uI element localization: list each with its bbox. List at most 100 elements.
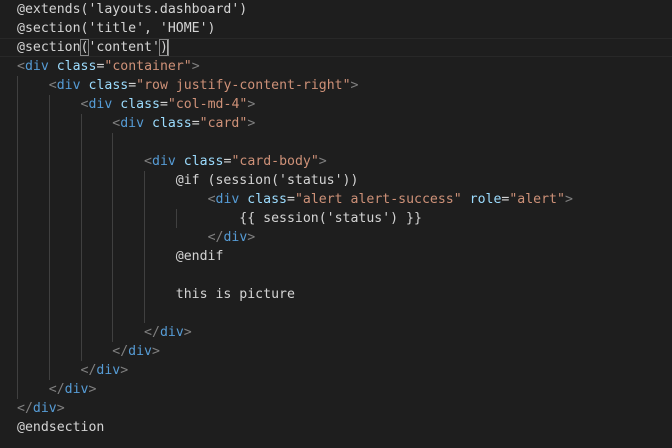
code-token: "card-body" <box>231 154 319 169</box>
code-token: @if (session('status')) <box>17 173 359 188</box>
code-token: div <box>152 154 176 169</box>
code-line[interactable]: </div> <box>0 380 672 399</box>
code-token: > <box>56 401 65 416</box>
code-token: > <box>247 97 256 112</box>
code-token: < <box>207 192 216 207</box>
code-token: > <box>318 154 327 169</box>
code-token: class <box>88 78 129 93</box>
code-token: div <box>56 78 81 93</box>
code-token: @extends('layouts.dashboard') <box>17 2 248 17</box>
code-token: div <box>120 116 145 131</box>
code-token: = <box>191 116 200 131</box>
code-line[interactable]: @endif <box>0 247 672 266</box>
code-line[interactable]: <div class="col-md-4"> <box>0 95 672 114</box>
code-line[interactable]: <div class="alert alert-success" role="a… <box>0 190 672 209</box>
code-token: class <box>56 59 97 74</box>
code-token: "container" <box>104 59 192 74</box>
code-token: "row justify-content-right" <box>136 78 351 93</box>
code-line[interactable]: </div> <box>0 399 672 418</box>
code-line[interactable]: </div> <box>0 342 672 361</box>
code-line[interactable]: </div> <box>0 323 672 342</box>
code-token: > <box>350 78 359 93</box>
code-line[interactable]: @extends('layouts.dashboard') <box>0 0 672 19</box>
code-token: class <box>152 116 192 131</box>
code-token: > <box>120 363 129 378</box>
code-token: "card" <box>199 116 248 131</box>
code-token: role <box>469 192 502 207</box>
code-token: class <box>247 192 287 207</box>
code-token: </ <box>80 363 97 378</box>
code-line[interactable]: @section('content') <box>0 38 672 57</box>
code-token: < <box>144 154 152 169</box>
code-token: > <box>564 192 573 207</box>
code-token: > <box>247 230 256 245</box>
code-token: div <box>128 344 152 359</box>
code-token: > <box>247 116 256 131</box>
code-line[interactable] <box>0 133 672 152</box>
code-line[interactable]: @if (session('status')) <box>0 171 672 190</box>
code-token: @endif <box>17 249 224 264</box>
code-editor[interactable]: @extends('layouts.dashboard') @section('t… <box>0 0 672 448</box>
code-line[interactable]: </div> <box>0 228 672 247</box>
code-token: </ <box>17 401 33 416</box>
code-token: div <box>88 97 113 112</box>
code-token: > <box>183 325 192 340</box>
code-token: </ <box>207 230 224 245</box>
code-line[interactable] <box>0 304 672 323</box>
code-line[interactable]: <div class="card-body"> <box>0 152 672 171</box>
code-line[interactable]: this is picture <box>0 285 672 304</box>
code-token: > <box>88 382 97 397</box>
code-token: div <box>215 192 240 207</box>
code-token: </ <box>144 325 160 340</box>
code-token: > <box>191 59 200 74</box>
code-line[interactable]: @section('title', 'HOME') <box>0 19 672 38</box>
code-line[interactable]: </div> <box>0 361 672 380</box>
code-token: div <box>96 363 121 378</box>
code-token: div <box>223 230 248 245</box>
code-token: "col-md-4" <box>167 97 248 112</box>
code-token: @section('title', 'HOME') <box>17 21 216 36</box>
code-token: 'content' <box>88 40 160 55</box>
code-token: "alert alert-success" <box>294 192 462 207</box>
code-token: < <box>48 78 57 93</box>
code-line[interactable]: @endsection <box>0 418 672 437</box>
code-token: @section <box>17 40 81 55</box>
code-token: this is picture <box>17 287 295 302</box>
code-line[interactable] <box>0 266 672 285</box>
code-token: > <box>152 344 160 359</box>
code-token: div <box>159 325 184 340</box>
code-token: div <box>24 59 49 74</box>
code-line[interactable]: <div class="card"> <box>0 114 672 133</box>
code-token: {{ session('status') }} <box>17 211 422 226</box>
code-line[interactable]: {{ session('status') }} <box>0 209 672 228</box>
code-token: @endsection <box>17 420 105 435</box>
code-token: "alert" <box>509 192 565 207</box>
code-token: = <box>287 192 295 207</box>
code-token: class <box>183 154 224 169</box>
code-token: div <box>32 401 57 416</box>
code-token: </ <box>48 382 65 397</box>
code-line[interactable]: <div class="row justify-content-right"> <box>0 76 672 95</box>
code-token: = <box>128 78 137 93</box>
code-line[interactable]: <div class="container"> <box>0 57 672 76</box>
code-token: </ <box>112 344 129 359</box>
code-token: class <box>120 97 160 112</box>
code-token: = <box>159 97 168 112</box>
text-cursor <box>166 39 168 55</box>
code-token: div <box>64 382 89 397</box>
